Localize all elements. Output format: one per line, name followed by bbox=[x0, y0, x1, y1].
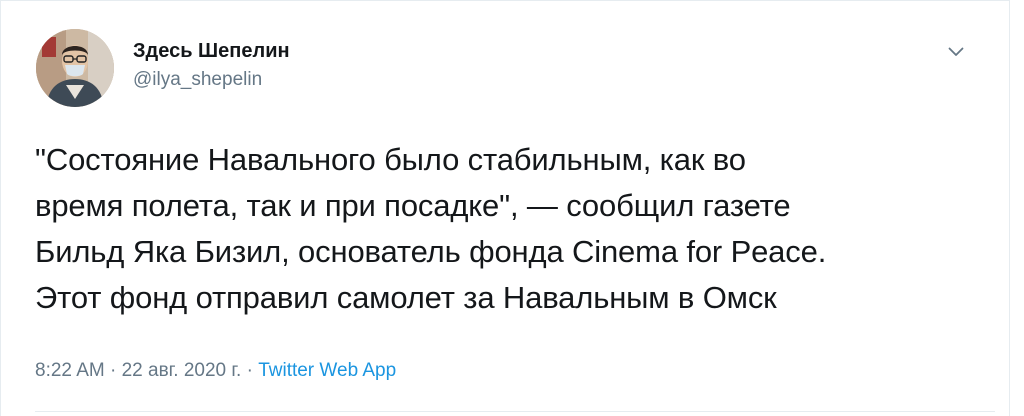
avatar[interactable] bbox=[36, 29, 114, 107]
tweet-menu-button[interactable] bbox=[941, 37, 971, 67]
meta-separator: · bbox=[110, 360, 117, 381]
source-app-link[interactable]: Twitter Web App bbox=[258, 360, 396, 381]
display-name[interactable]: Здесь Шепелин bbox=[133, 39, 290, 63]
chevron-down-icon bbox=[948, 47, 964, 56]
user-handle[interactable]: @ilya_shepelin bbox=[133, 68, 290, 92]
meta-separator: · bbox=[246, 360, 253, 381]
tweet-text: "Состояние Навального было стабильным, к… bbox=[35, 142, 827, 315]
tweet-time[interactable]: 8:22 AM bbox=[35, 360, 105, 381]
author-block: Здесь Шепелин @ilya_shepelin bbox=[133, 39, 290, 92]
divider bbox=[35, 411, 995, 412]
tweet-date[interactable]: 22 авг. 2020 г. bbox=[122, 360, 242, 381]
avatar-photo-icon bbox=[36, 29, 114, 107]
tweet-card: Здесь Шепелин @ilya_shepelin "Состояние … bbox=[0, 0, 1010, 416]
tweet-meta: 8:22 AM · 22 авг. 2020 г. · Twitter Web … bbox=[35, 359, 396, 383]
